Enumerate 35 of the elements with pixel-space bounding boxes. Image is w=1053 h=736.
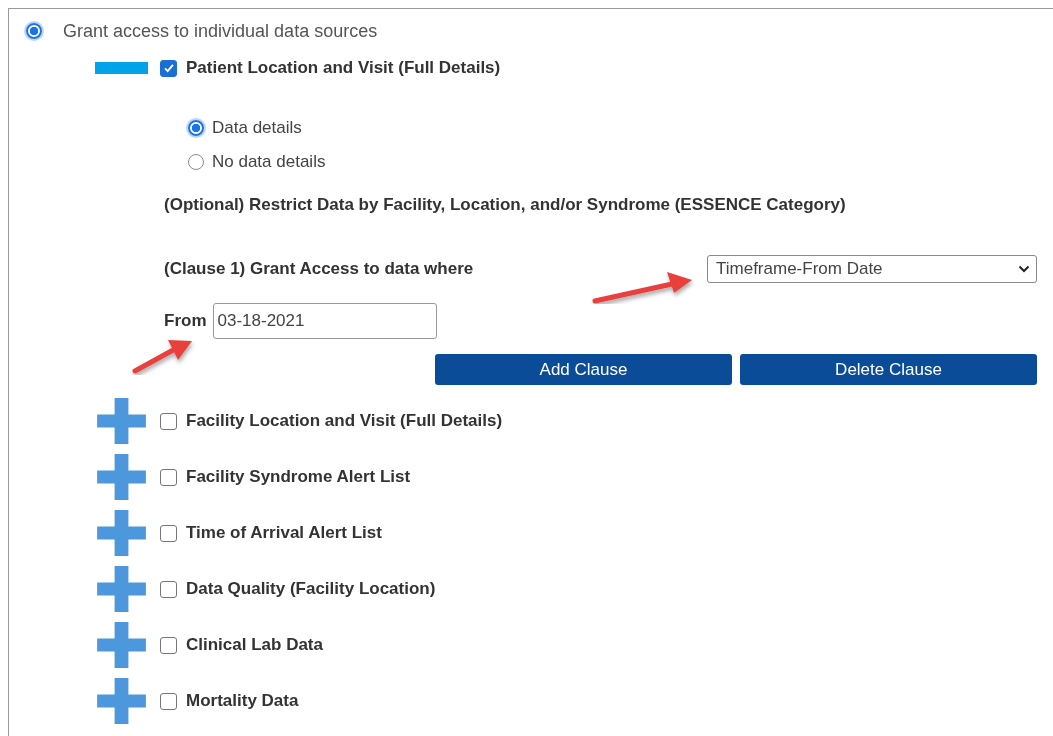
source-label: Facility Location and Visit (Full Details) [186,411,503,431]
caret-icon [1018,265,1030,273]
source-label: Clinical Lab Data [186,635,323,655]
checkbox[interactable] [160,412,177,430]
source-label: Facility Syndrome Alert List [186,467,411,487]
radio-button[interactable] [188,120,204,136]
expand-icon[interactable] [95,678,148,724]
clause-button[interactable]: Add Clause [435,354,732,385]
option-label: Data details [212,118,302,138]
from-label: From [164,311,207,331]
clause-button[interactable]: Delete Clause [740,354,1037,385]
source-label: Patient Location and Visit (Full Details) [186,58,501,78]
radio-button[interactable] [26,23,42,39]
section-heading: (Optional) Restrict Data by Facility, Location, and/or Syndrome (ESSENCE Category) [164,194,847,216]
expand-icon[interactable] [95,454,148,500]
clause-select[interactable]: Timeframe-From Date [707,255,1037,283]
checkbox[interactable] [160,636,177,654]
radio-button[interactable] [188,154,204,170]
option-label: Grant access to individual data sources [63,20,378,42]
option-label: No data details [212,152,326,172]
checkbox[interactable] [160,692,177,710]
expand-icon[interactable] [95,622,148,668]
expand-icon[interactable] [95,566,148,612]
source-label: Data Quality (Facility Location) [186,579,436,599]
checkbox[interactable] [160,580,177,598]
clause-label: (Clause 1) Grant Access to data where [164,259,474,279]
checkbox[interactable] [160,59,177,77]
expand-icon[interactable] [95,398,148,444]
checkbox[interactable] [160,524,177,542]
source-label: Time of Arrival Alert List [186,523,382,543]
source-label: Mortality Data [186,691,299,711]
checkbox[interactable] [160,468,177,486]
date-field[interactable]: 03-18-2021 [212,303,437,339]
annotation-arrow [132,340,192,374]
expand-icon[interactable] [95,510,148,556]
